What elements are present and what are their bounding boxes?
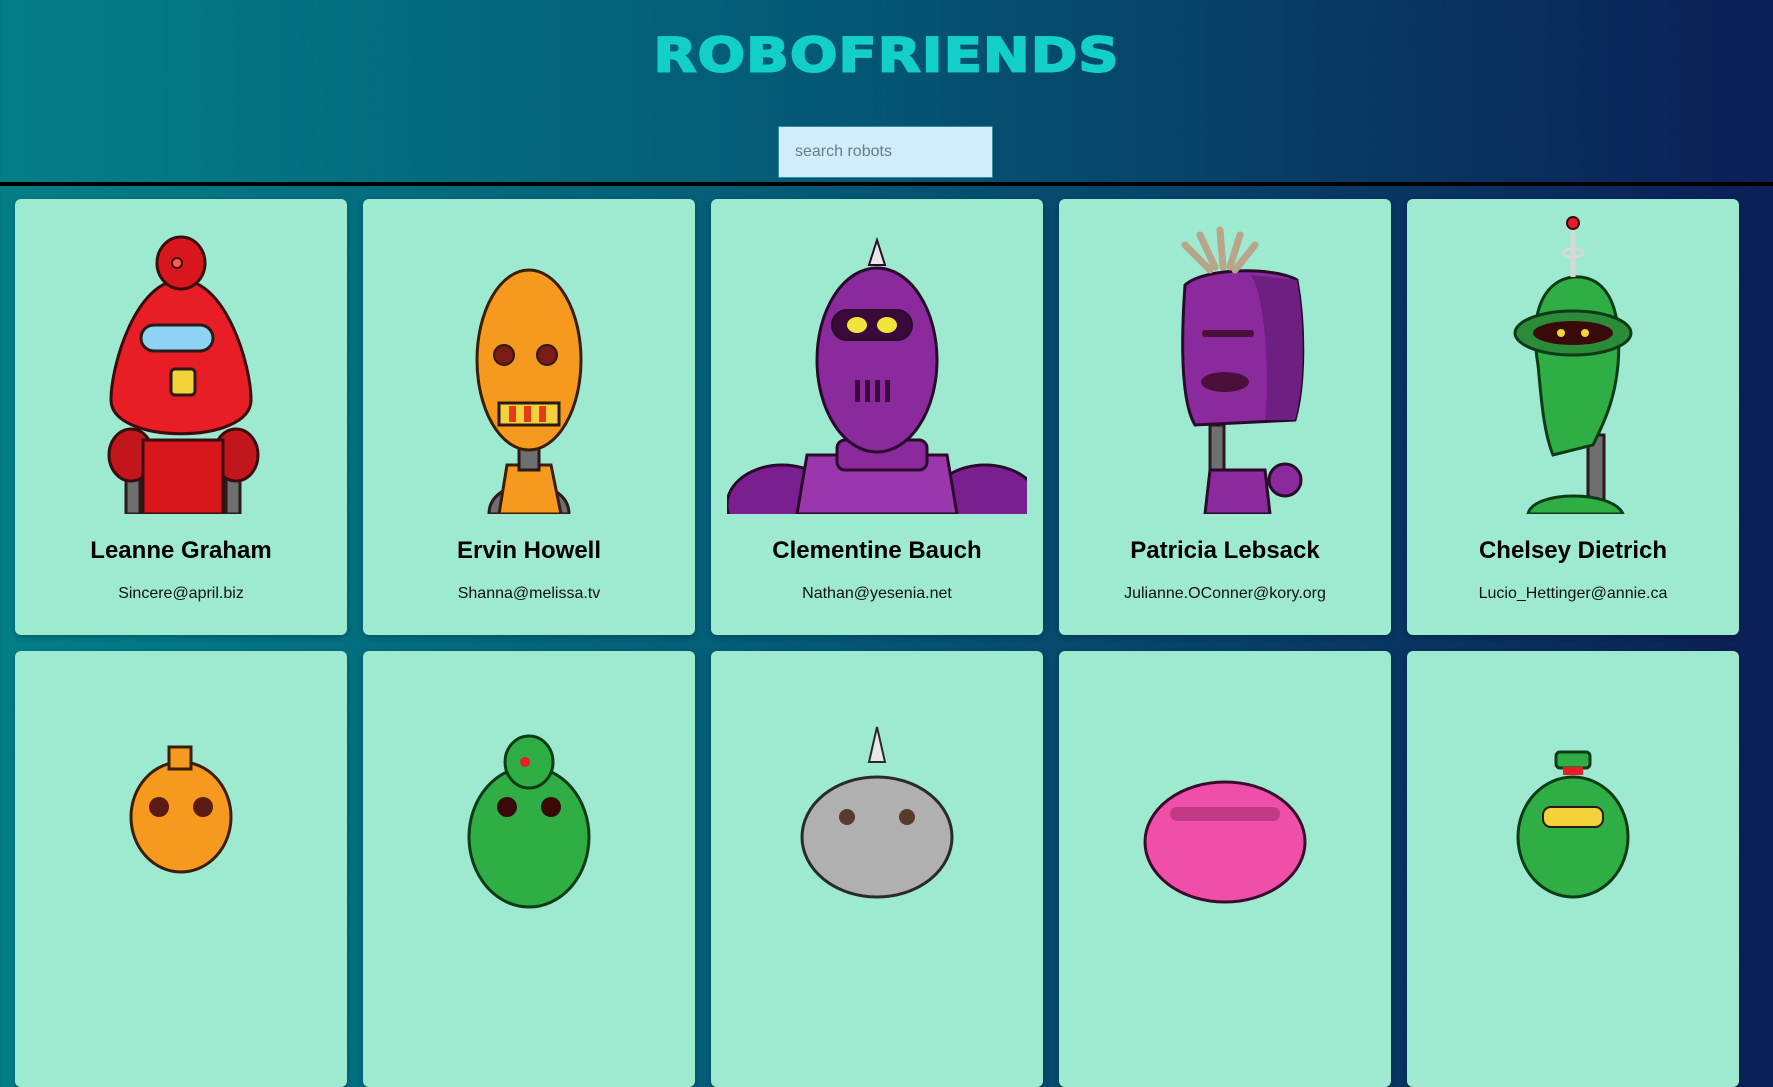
green-hat-robot-icon [1516, 750, 1630, 899]
robot-card[interactable] [1407, 651, 1739, 1087]
robot-name: Ervin Howell [456, 537, 602, 564]
orange-robot-icon [475, 268, 583, 514]
robot-card[interactable] [1059, 651, 1391, 1087]
robot-card[interactable]: Patricia Lebsack Julianne.OConner@kory.o… [1059, 199, 1391, 635]
green-antenna-robot-icon [1513, 216, 1633, 514]
robot-card-list: Leanne Graham Sincere@april.biz Ervin Ho… [15, 199, 1760, 1087]
robot-name: Clementine Bauch [772, 537, 982, 564]
app-title: ROBOFRIENDS [652, 27, 1120, 84]
robot-email: Nathan@yesenia.net [802, 585, 952, 602]
robot-card[interactable]: Leanne Graham Sincere@april.biz [15, 199, 347, 635]
robot-card[interactable] [363, 651, 695, 1087]
robot-card[interactable]: Chelsey Dietrich Lucio_Hettinger@annie.c… [1407, 199, 1739, 635]
robot-card[interactable] [15, 651, 347, 1087]
grey-spike-robot-icon [800, 726, 954, 899]
green-robot-icon [467, 734, 591, 909]
robot-email: Lucio_Hettinger@annie.ca [1478, 585, 1668, 602]
orange-robot-icon [129, 745, 233, 874]
robot-name: Chelsey Dietrich [1478, 537, 1668, 564]
robot-email: Sincere@april.biz [118, 585, 244, 602]
robot-card[interactable]: Ervin Howell Shanna@melissa.tv [363, 199, 695, 635]
purple-box-robot-icon [1181, 226, 1305, 514]
red-robot-icon [107, 235, 260, 514]
robot-name: Patricia Lebsack [1130, 537, 1320, 564]
robot-email: Julianne.OConner@kory.org [1124, 585, 1326, 602]
robot-email: Shanna@melissa.tv [457, 585, 601, 602]
search-input[interactable] [778, 126, 993, 178]
header: ROBOFRIENDS [0, 0, 1773, 186]
robot-name: Leanne Graham [90, 537, 272, 564]
pink-robot-icon [1143, 780, 1307, 904]
purple-spike-robot-icon [727, 236, 1027, 514]
robot-card[interactable]: Clementine Bauch Nathan@yesenia.net [711, 199, 1043, 635]
robot-card[interactable] [711, 651, 1043, 1087]
